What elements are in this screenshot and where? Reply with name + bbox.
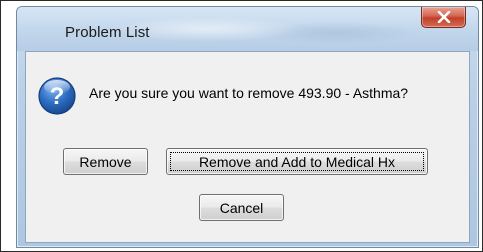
remove-and-add-to-medical-hx-button[interactable]: Remove and Add to Medical Hx	[166, 148, 428, 175]
title-bar[interactable]: Problem List	[17, 7, 478, 51]
remove-button-label: Remove	[79, 153, 132, 170]
window-title: Problem List	[65, 24, 150, 41]
remove-and-add-button-label: Remove and Add to Medical Hx	[198, 153, 396, 170]
question-icon: ?	[38, 77, 76, 115]
svg-text:?: ?	[50, 83, 65, 110]
confirmation-message: Are you sure you want to remove 493.90 -…	[89, 85, 409, 101]
remove-button[interactable]: Remove	[63, 148, 148, 175]
cancel-button-label: Cancel	[219, 199, 264, 216]
dialog-window: Problem List ? Are you sure you want to …	[16, 6, 479, 248]
dialog-body: ? Are you sure you want to remove 493.90…	[25, 51, 470, 243]
close-button[interactable]	[421, 7, 466, 28]
close-icon	[437, 11, 450, 23]
cancel-button[interactable]: Cancel	[199, 194, 284, 221]
